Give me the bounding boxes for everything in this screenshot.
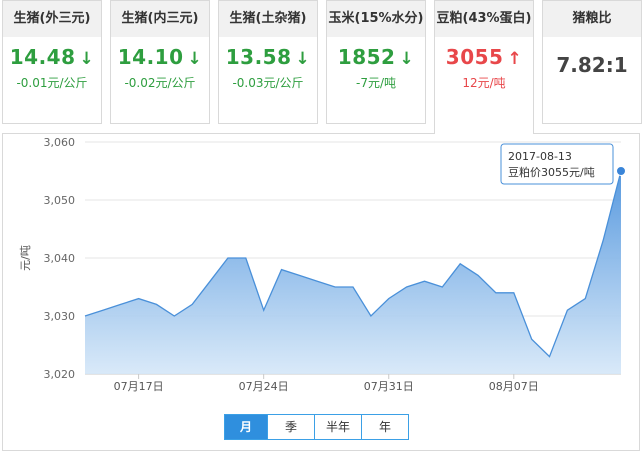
card-title: 豆粕(43%蛋白) — [435, 1, 533, 37]
price-card-2[interactable]: 生猪(土杂猪) 13.58 ↓ -0.03元/公斤 — [218, 0, 318, 124]
price-card-0[interactable]: 生猪(外三元) 14.48 ↓ -0.01元/公斤 — [2, 0, 102, 124]
period-selector: 月季半年年 — [224, 414, 409, 440]
period-button-0[interactable]: 月 — [225, 415, 267, 439]
card-title: 生猪(内三元) — [111, 1, 209, 37]
arrow-up-icon: ↑ — [507, 49, 523, 69]
card-price: 3055 ↑ — [435, 45, 533, 69]
tooltip-value: 豆粕价3055元/吨 — [508, 165, 595, 179]
x-tick-label: 07月24日 — [239, 380, 289, 393]
arrow-down-icon: ↓ — [187, 49, 203, 69]
card-title: 猪粮比 — [543, 1, 641, 37]
y-tick-label: 3,040 — [44, 252, 76, 265]
card-change: 12元/吨 — [462, 76, 506, 90]
price-value: 1852 — [337, 45, 396, 69]
card-price: 1852 ↓ — [327, 45, 425, 69]
card-price: 14.10 ↓ — [111, 45, 209, 69]
price-value: 13.58 — [225, 45, 292, 69]
y-tick-label: 3,020 — [44, 368, 76, 381]
card-price: 14.48 ↓ — [3, 45, 101, 69]
period-button-2[interactable]: 半年 — [314, 415, 361, 439]
card-change: -0.01元/公斤 — [16, 76, 88, 90]
card-price: 13.58 ↓ — [219, 45, 317, 69]
area-chart: 3,020 3,030 3,040 3,050 3,060 元/吨 07月17日 07月24日… — [19, 136, 626, 393]
price-card-4[interactable]: 豆粕(43%蛋白) 3055 ↑ 12元/吨 — [434, 0, 534, 134]
card-title: 生猪(土杂猪) — [219, 1, 317, 37]
card-change: -7元/吨 — [355, 76, 396, 90]
price-chart: 3,020 3,030 3,040 3,050 3,060 元/吨 07月17日 07月24日… — [2, 133, 640, 451]
series-area — [85, 171, 621, 374]
ratio-value: 7.82:1 — [556, 53, 628, 77]
card-change: -0.02元/公斤 — [124, 76, 196, 90]
y-axis-label: 元/吨 — [19, 245, 32, 271]
tooltip-date: 2017-08-13 — [508, 150, 572, 163]
price-value: 3055 — [445, 45, 504, 69]
data-point-last — [616, 166, 626, 176]
x-tick-label: 08月07日 — [489, 380, 539, 393]
price-card-5[interactable]: 猪粮比 7.82:1 — [542, 0, 642, 124]
card-change: -0.03元/公斤 — [232, 76, 304, 90]
arrow-down-icon: ↓ — [295, 49, 311, 69]
price-card-1[interactable]: 生猪(内三元) 14.10 ↓ -0.02元/公斤 — [110, 0, 210, 124]
x-tick-label: 07月31日 — [364, 380, 414, 393]
arrow-down-icon: ↓ — [399, 49, 415, 69]
price-card-3[interactable]: 玉米(15%水分) 1852 ↓ -7元/吨 — [326, 0, 426, 124]
price-value: 14.48 — [9, 45, 76, 69]
y-tick-label: 3,060 — [44, 136, 76, 149]
y-tick-label: 3,030 — [44, 310, 76, 323]
card-title: 生猪(外三元) — [3, 1, 101, 37]
price-cards: 生猪(外三元) 14.48 ↓ -0.01元/公斤 生猪(内三元) 14.10 ↓ -0.02… — [0, 0, 643, 134]
x-tick-label: 07月17日 — [114, 380, 164, 393]
price-value: 14.10 — [117, 45, 184, 69]
card-title: 玉米(15%水分) — [327, 1, 425, 37]
arrow-down-icon: ↓ — [79, 49, 95, 69]
period-button-3[interactable]: 年 — [361, 415, 408, 439]
y-tick-label: 3,050 — [44, 194, 76, 207]
period-button-1[interactable]: 季 — [267, 415, 314, 439]
